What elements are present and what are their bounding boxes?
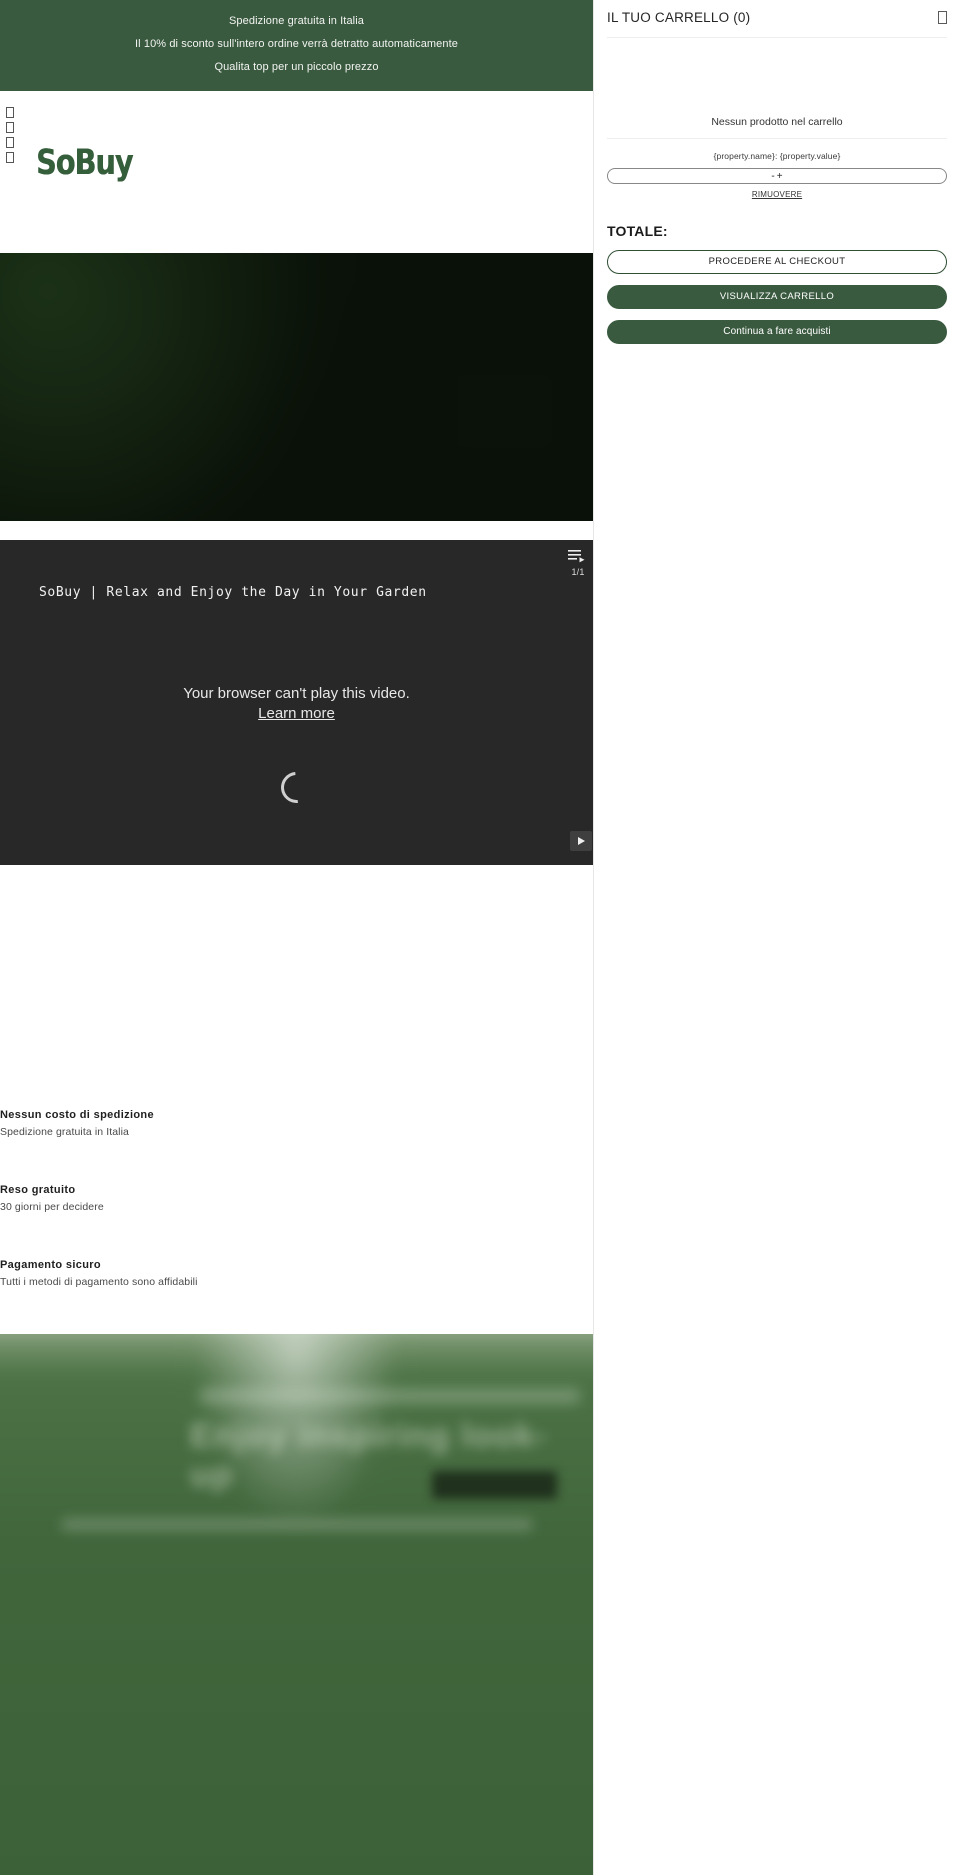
loading-spinner-icon [274,765,318,810]
site-logo[interactable]: SoBuy [36,146,133,181]
video-error-message: Your browser can't play this video. Lear… [0,684,593,724]
cart-line-item-property: {property.name}: {property.value} [713,151,841,161]
quantity-stepper[interactable]: - + [607,168,947,184]
checkout-button[interactable]: PROCEDERE AL CHECKOUT [607,250,947,274]
play-triangle-icon [577,837,585,845]
promo-banner-button[interactable] [432,1471,557,1499]
announcement-bar: Spedizione gratuita in Italia Il 10% di … [0,0,593,91]
continue-shopping-button[interactable]: Continua a fare acquisti [607,320,947,344]
features-list: Nessun costo di spedizione Spedizione gr… [0,1107,593,1332]
feature-title: Nessun costo di spedizione [0,1109,154,1121]
feature-subtitle: Spedizione gratuita in Italia [0,1126,129,1138]
playlist-icon[interactable] [567,548,589,564]
feature-subtitle: Tutti i metodi di pagamento sono affidab… [0,1276,198,1288]
missing-glyph-stack [6,107,14,163]
promo-banner[interactable]: Enjoy inspiring look-up [0,1334,593,1875]
hero-image-backdrop [0,253,593,521]
video-learn-more-link[interactable]: Learn more [0,704,593,724]
feature-item: Reso gratuito 30 giorni per decidere [0,1182,593,1215]
main-content-column: Spedizione gratuita in Italia Il 10% di … [0,0,593,1875]
tofu-glyph-icon [6,107,14,118]
site-header: SoBuy NOVITA LASCIATI ISPIRARE ALL'ARIA … [0,91,593,321]
video-error-text: Your browser can't play this video. [183,685,410,702]
announcement-line-2: Il 10% di sconto sull'intero ordine verr… [135,38,458,50]
tofu-glyph-icon [6,122,14,133]
hero-image [0,253,593,521]
promo-banner-subtext [200,1389,580,1403]
feature-subtitle: 30 giorni per decidere [0,1201,104,1213]
feature-item: Pagamento sicuro Tutti i metodi di pagam… [0,1257,593,1290]
cart-total-label: TOTALE: [607,223,668,239]
quantity-increase-button[interactable]: + [777,171,783,182]
tofu-glyph-icon [6,137,14,148]
feature-title: Pagamento sicuro [0,1259,101,1271]
cart-header: IL TUO CARRELLO (0) [607,0,947,38]
feature-title: Reso gratuito [0,1184,76,1196]
close-icon[interactable] [938,11,947,24]
cart-drawer: IL TUO CARRELLO (0) Nessun prodotto nel … [593,0,960,1875]
feature-item: Nessun costo di spedizione Spedizione gr… [0,1107,593,1140]
view-cart-button[interactable]: VISUALIZZA CARRELLO [607,285,947,309]
video-playlist-control[interactable]: 1/1 [567,548,589,577]
video-counter: 1/1 [571,567,585,577]
cart-title: IL TUO CARRELLO (0) [607,10,751,25]
announcement-line-3: Qualita top per un piccolo prezzo [214,61,379,73]
remove-item-link[interactable]: RIMUOVERE [607,190,947,199]
quantity-decrease-button[interactable]: - [771,171,774,182]
video-player[interactable]: SoBuy | Relax and Enjoy the Day in Your … [0,540,593,865]
tofu-glyph-icon [6,152,14,163]
page-root: Spedizione gratuita in Italia Il 10% di … [0,0,960,1875]
video-title: SoBuy | Relax and Enjoy the Day in Your … [39,585,427,600]
promo-banner-caption-strip [62,1518,532,1531]
cart-empty-message: Nessun prodotto nel carrello [607,38,947,139]
promo-banner-backdrop [0,1334,593,1875]
play-button-badge[interactable] [570,831,592,851]
announcement-line-1: Spedizione gratuita in Italia [229,15,364,27]
